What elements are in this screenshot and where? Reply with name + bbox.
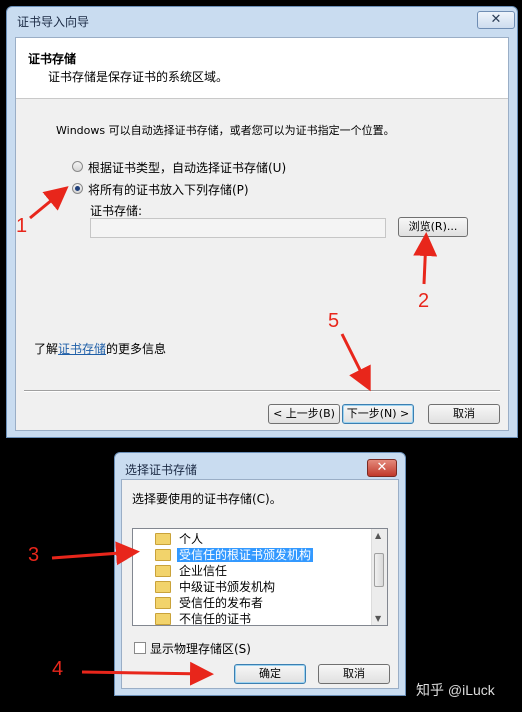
annotation-number-4: 4 [52, 658, 64, 680]
arrow-4 [81, 661, 214, 686]
arrow-2 [413, 232, 438, 285]
arrow-1 [29, 186, 69, 220]
annotation-number-5: 5 [328, 310, 340, 332]
annotation-number-1: 1 [16, 215, 28, 237]
annotation-number-3: 3 [28, 544, 40, 566]
annotation-number-2: 2 [418, 290, 430, 312]
arrow-5 [340, 333, 371, 392]
annotation-arrows [29, 186, 438, 686]
arrow-3 [51, 541, 140, 566]
watermark: 知乎 @iLuck [416, 682, 495, 698]
